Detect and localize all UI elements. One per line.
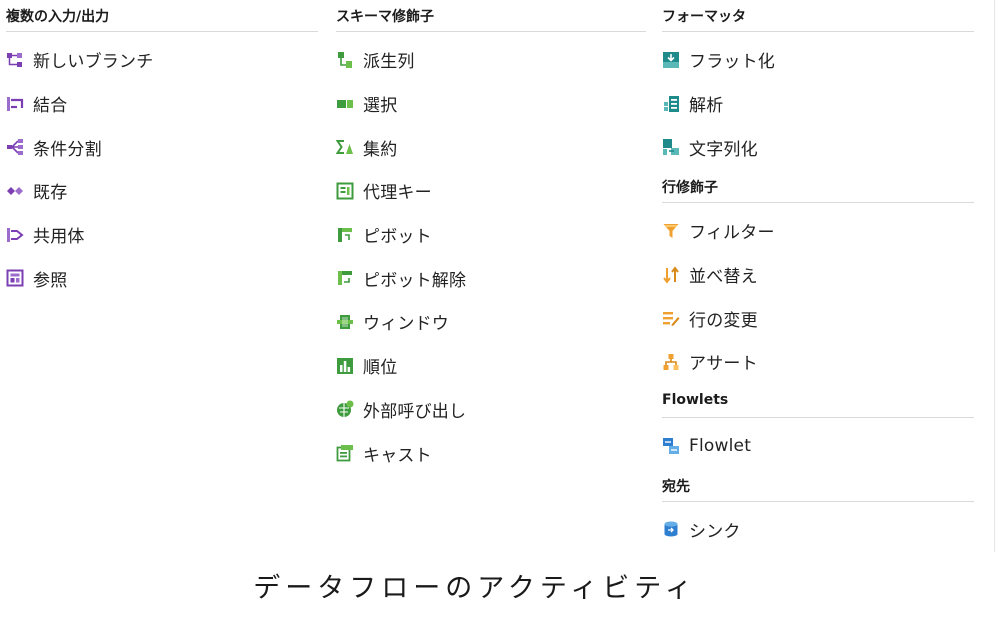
sink-icon — [662, 520, 680, 538]
activity-label: 順位 — [363, 358, 398, 379]
activity-new-branch[interactable]: 新しいブランチ — [6, 38, 318, 82]
window-icon — [336, 313, 354, 331]
activity-select[interactable]: 選択 — [336, 82, 646, 126]
derived-column-icon — [336, 51, 354, 69]
activity-label: アサート — [689, 354, 758, 375]
activity-stringify[interactable]: 文字列化 — [662, 125, 974, 169]
activity-window[interactable]: ウィンドウ — [336, 300, 646, 344]
activity-label: 外部呼び出し — [363, 401, 467, 422]
section-header: 複数の入力/出力 — [6, 0, 318, 32]
activity-pivot[interactable]: ピボット — [336, 213, 646, 257]
activity-unpivot[interactable]: ピボット解除 — [336, 256, 646, 300]
section-header: 宛先 — [662, 470, 974, 502]
section-header: スキーマ修飾子 — [336, 0, 646, 32]
activity-label: 集約 — [363, 139, 398, 160]
figure-caption: データフローのアクティビティ — [253, 573, 697, 604]
activity-exists[interactable]: 既存 — [6, 169, 318, 213]
activity-label: 並べ替え — [689, 267, 758, 288]
activity-label: 代理キー — [363, 183, 432, 204]
activity-list: シンク — [662, 502, 974, 554]
stringify-icon — [662, 138, 680, 156]
activity-label: 文字列化 — [689, 139, 758, 160]
activity-label: Flowlet — [689, 435, 752, 456]
activity-external-call[interactable]: 外部呼び出し — [336, 388, 646, 432]
activity-filter[interactable]: フィルター — [662, 209, 974, 253]
rank-icon — [336, 357, 354, 375]
activity-label: 派生列 — [363, 52, 415, 73]
alter-row-icon — [662, 309, 680, 327]
activity-join[interactable]: 結合 — [6, 82, 318, 126]
sort-icon — [662, 265, 680, 284]
activity-label: シンク — [689, 521, 741, 542]
parse-icon — [662, 95, 680, 113]
activity-flatten[interactable]: フラット化 — [662, 38, 974, 82]
filter-icon — [662, 222, 680, 240]
activity-list: 派生列 選択 集約 代理キー ピボット ピボット解除 ウィンドウ 順位 外部呼び… — [336, 32, 646, 477]
section-header: 行修飾子 — [662, 171, 974, 204]
activities-panel: 複数の入力/出力 新しいブランチ 結合 条件分割 既存 共用体 参照 スキーマ修… — [0, 0, 995, 552]
activity-label: 解析 — [689, 96, 724, 117]
lookup-icon — [6, 269, 24, 287]
activity-label: 新しいブランチ — [33, 52, 154, 73]
activity-label: フィルター — [689, 223, 775, 244]
activity-rank[interactable]: 順位 — [336, 344, 646, 388]
activity-label: 既存 — [33, 183, 68, 204]
activity-union[interactable]: 共用体 — [6, 213, 318, 257]
activity-parse[interactable]: 解析 — [662, 82, 974, 126]
activity-sink[interactable]: シンク — [662, 508, 974, 552]
section-formatters: フォーマッタ フラット化 解析 文字列化 — [662, 0, 974, 171]
section-schema-modifiers: スキーマ修飾子 派生列 選択 集約 代理キー ピボット ピボット解除 ウィンドウ… — [336, 0, 646, 477]
exists-icon — [6, 182, 24, 200]
section-flowlets: Flowlets Flowlet — [662, 386, 974, 470]
activity-label: フラット化 — [689, 52, 775, 73]
activity-conditional-split[interactable]: 条件分割 — [6, 125, 318, 169]
activity-cast[interactable]: キャスト — [336, 431, 646, 475]
cast-icon — [336, 444, 354, 462]
assert-icon — [662, 353, 680, 371]
activity-label: 参照 — [33, 270, 68, 291]
flowlet-icon — [662, 437, 680, 455]
section-header: フォーマッタ — [662, 0, 974, 32]
surrogate-key-icon — [336, 182, 354, 200]
column-multiple-io: 複数の入力/出力 新しいブランチ 結合 条件分割 既存 共用体 参照 — [6, 0, 318, 302]
activity-label: 選択 — [363, 96, 398, 117]
activity-list: 新しいブランチ 結合 条件分割 既存 共用体 参照 — [6, 32, 318, 302]
activity-lookup[interactable]: 参照 — [6, 256, 318, 300]
section-header: Flowlets — [662, 386, 974, 418]
column-formatters-and-more: フォーマッタ フラット化 解析 文字列化 行修飾子 フィルター 並べ替え 行の変… — [662, 0, 974, 553]
activity-assert[interactable]: アサート — [662, 340, 974, 384]
activity-aggregate[interactable]: 集約 — [336, 125, 646, 169]
activity-label: キャスト — [363, 445, 432, 466]
activity-label: ピボット解除 — [363, 270, 467, 291]
external-call-icon — [336, 400, 354, 418]
activity-label: 共用体 — [33, 227, 85, 248]
activity-derived-column[interactable]: 派生列 — [336, 38, 646, 82]
activity-label: 結合 — [33, 96, 68, 117]
activity-list: フィルター 並べ替え 行の変更 アサート — [662, 203, 974, 386]
union-icon — [6, 226, 24, 244]
join-icon — [6, 95, 24, 113]
conditional-split-icon — [6, 138, 24, 156]
activity-alter-row[interactable]: 行の変更 — [662, 296, 974, 340]
select-icon — [336, 95, 354, 113]
pivot-icon — [336, 226, 354, 244]
flatten-icon — [662, 51, 680, 69]
section-multiple-io: 複数の入力/出力 新しいブランチ 結合 条件分割 既存 共用体 参照 — [6, 0, 318, 302]
activity-flowlet[interactable]: Flowlet — [662, 424, 974, 468]
section-destination: 宛先 シンク — [662, 470, 974, 554]
activity-sort[interactable]: 並べ替え — [662, 253, 974, 297]
section-row-modifiers: 行修飾子 フィルター 並べ替え 行の変更 アサート — [662, 171, 974, 386]
activity-label: 条件分割 — [33, 139, 102, 160]
activity-list: Flowlet — [662, 418, 974, 470]
activity-label: 行の変更 — [689, 310, 758, 331]
aggregate-icon — [336, 138, 354, 156]
activity-surrogate-key[interactable]: 代理キー — [336, 169, 646, 213]
unpivot-icon — [336, 269, 354, 287]
activity-label: ウィンドウ — [363, 314, 449, 335]
activity-list: フラット化 解析 文字列化 — [662, 32, 974, 171]
column-schema-modifiers: スキーマ修飾子 派生列 選択 集約 代理キー ピボット ピボット解除 ウィンドウ… — [336, 0, 646, 477]
new-branch-icon — [6, 51, 24, 69]
activity-label: ピボット — [363, 227, 432, 248]
